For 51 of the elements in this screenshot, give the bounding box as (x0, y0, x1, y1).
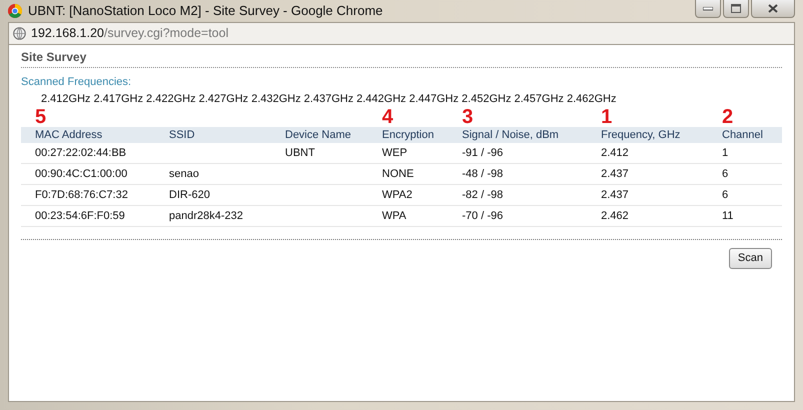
maximize-button[interactable] (723, 0, 749, 18)
table-cell: senao (169, 168, 199, 180)
table-cell: WPA2 (382, 188, 412, 201)
table-cell: 11 (722, 210, 734, 222)
table-cell: WEP (382, 146, 408, 159)
globe-icon (13, 27, 26, 40)
scan-button[interactable]: Scan (728, 248, 772, 268)
url-text: 192.168.1.20/survey.cgi?mode=tool (31, 25, 228, 42)
table-cell: 2.412 (601, 146, 629, 159)
address-bar[interactable]: 192.168.1.20/survey.cgi?mode=tool (8, 22, 795, 45)
table-cell: 2.437 (601, 188, 629, 201)
annotation-number: 1 (601, 106, 612, 128)
table-cell: 1 (722, 146, 728, 159)
window-title: UBNT: [NanoStation Loco M2] - Site Survey - Google Chrome (28, 2, 383, 20)
table-cell: -82 / -98 (462, 188, 503, 201)
column-header: Encryption (382, 129, 434, 141)
page-title: Site Survey (21, 48, 782, 68)
table-cell: NONE (382, 168, 414, 180)
annotation-number: 2 (722, 106, 734, 128)
column-header: Channel (722, 129, 763, 141)
close-icon (768, 4, 778, 13)
browser-logo-icon (8, 4, 22, 18)
frequency-list: 2.412GHz 2.417GHz 2.422GHz 2.427GHz 2.432GHz 2.437GHz 2.442GHz 2.447GHz 2.452GHz 2.457GHz 2.462GHz (21, 90, 782, 107)
table-cell: -70 / -96 (462, 210, 503, 222)
table-cell: -48 / -98 (462, 168, 503, 180)
table-cell: WPA (382, 210, 406, 222)
maximize-icon (731, 4, 741, 13)
table-cell: F0:7D:68:76:C7:32 (35, 188, 128, 201)
scanned-label: Scanned Frequencies: (21, 75, 132, 90)
table-cell: DIR-620 (169, 188, 210, 201)
table-cell: UBNT (285, 146, 315, 159)
annotation-number: 3 (462, 106, 474, 128)
minimize-button[interactable] (695, 0, 721, 18)
column-header: Frequency, GHz (601, 129, 680, 141)
table-cell: 6 (722, 168, 728, 180)
table-cell: pandr28k4-232 (169, 210, 244, 222)
minimize-icon (703, 6, 713, 10)
table-cell: 6 (722, 188, 728, 201)
column-header: MAC Address (35, 129, 102, 141)
table-cell: 2.437 (601, 168, 629, 180)
column-header: SSID (169, 129, 195, 141)
table-cell: 2.462 (601, 210, 629, 222)
table-cell: -91 / -96 (462, 146, 503, 159)
close-button[interactable] (751, 0, 795, 18)
table-cell: 00:27:22:02:44:BB (35, 146, 126, 159)
column-header: Signal / Noise, dBm (462, 129, 559, 141)
table-cell: 00:90:4C:C1:00:00 (35, 168, 128, 180)
annotation-number: 4 (382, 106, 394, 128)
annotation-number: 5 (35, 106, 46, 128)
table-cell: 00:23:54:6F:F0:59 (35, 210, 125, 222)
column-header: Device Name (285, 129, 352, 141)
